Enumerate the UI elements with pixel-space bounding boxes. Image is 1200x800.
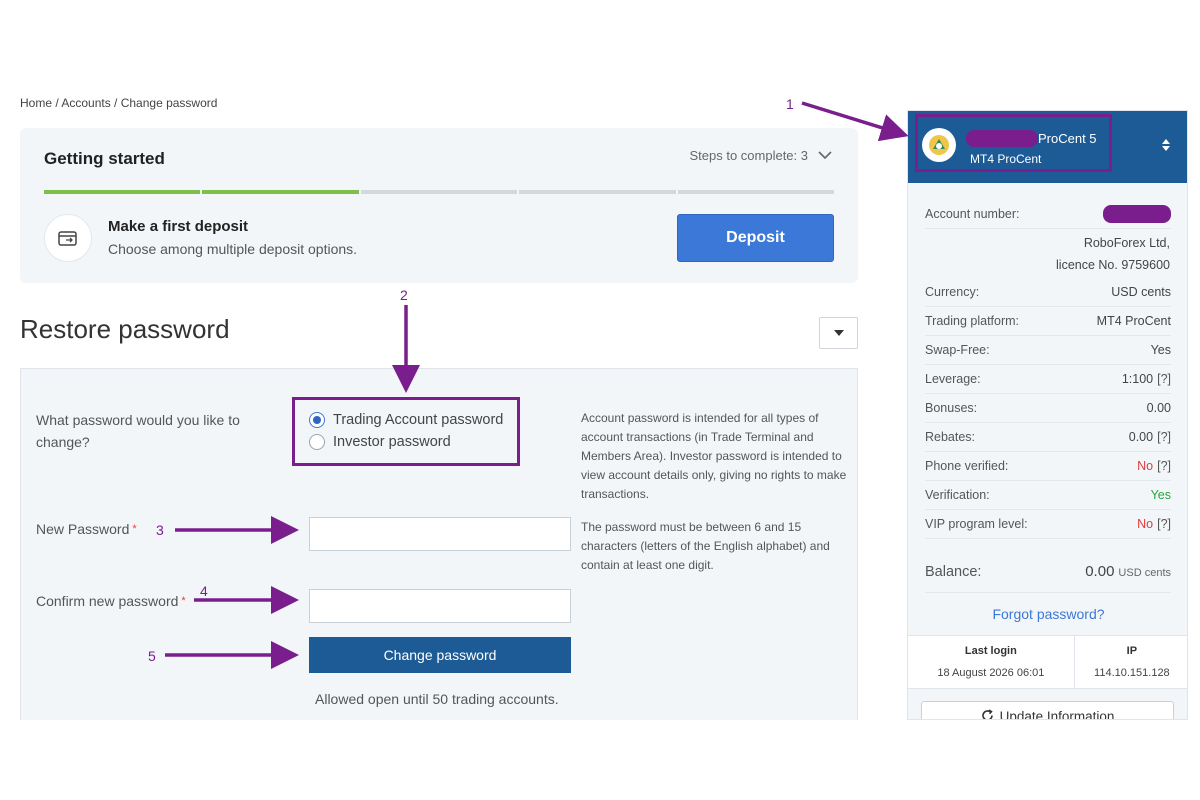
steps-label: Steps to complete: 3	[689, 148, 808, 163]
required-mark: *	[181, 595, 186, 607]
getting-started-title: Getting started	[44, 149, 165, 168]
update-information-button[interactable]: Update Information	[921, 701, 1174, 720]
info-value: 0.00	[1146, 401, 1171, 415]
page-title: Restore password	[20, 314, 230, 344]
info-label: VIP program level:	[925, 517, 1028, 531]
info-label: Leverage:	[925, 372, 981, 386]
progress-segment-done	[202, 190, 359, 194]
info-value-no: No	[1137, 517, 1154, 531]
breadcrumb[interactable]: Home / Accounts / Change password	[20, 96, 217, 110]
deposit-button[interactable]: Deposit	[677, 214, 834, 262]
annotation-box-account	[915, 114, 1112, 172]
ip-value: 114.10.151.128	[1094, 667, 1170, 679]
info-label: Phone verified:	[925, 459, 1009, 473]
info-label: Rebates:	[925, 430, 976, 444]
info-row-verification: Verification: Yes	[925, 481, 1171, 510]
progress-segment-done	[44, 190, 201, 194]
confirm-password-label-text: Confirm new password	[36, 593, 179, 609]
new-password-label: New Password *	[36, 518, 137, 540]
forgot-password-link[interactable]: Forgot password?	[908, 606, 1187, 622]
required-mark: *	[132, 523, 137, 535]
info-value: 0.00	[1128, 430, 1154, 444]
info-value: MT4 ProCent	[1096, 314, 1171, 328]
help-link[interactable]: [?]	[1157, 430, 1171, 444]
company-licence: RoboForex Ltd, licence No. 9759600	[1056, 232, 1170, 276]
password-rules-help: The password must be between 6 and 15 ch…	[581, 520, 830, 572]
info-value-no: No	[1137, 459, 1154, 473]
last-login-table: Last login 18 August 2026 06:01 IP 114.1…	[908, 635, 1187, 689]
info-row-bonuses: Bonuses: 0.00	[925, 394, 1171, 423]
info-label: Swap-Free:	[925, 343, 990, 357]
info-label: Currency:	[925, 285, 980, 299]
balance-value: 0.00	[1085, 562, 1115, 580]
chevron-down-icon	[818, 148, 832, 163]
progress-segment-todo	[677, 190, 835, 194]
info-row-vip-level: VIP program level: No [?]	[925, 510, 1171, 539]
confirm-password-label: Confirm new password *	[36, 590, 186, 612]
help-link[interactable]: [?]	[1157, 372, 1171, 386]
annotation-number-4: 4	[200, 583, 208, 599]
account-info-panel: ProCent 5 MT4 ProCent Account number: Ro…	[907, 110, 1188, 720]
info-row-phone-verified: Phone verified: No [?]	[925, 452, 1171, 481]
info-row-currency: Currency: USD cents	[925, 278, 1171, 307]
annotation-number-3: 3	[156, 522, 164, 538]
info-row-swap-free: Swap-Free: Yes	[925, 336, 1171, 365]
collapse-toggle-button[interactable]	[819, 317, 858, 349]
deposit-step-title: Make a first deposit	[108, 218, 249, 235]
steps-toggle[interactable]: Steps to complete: 3	[689, 148, 832, 163]
account-number-row: Account number:	[925, 200, 1171, 229]
update-information-label: Update Information	[999, 709, 1115, 720]
info-label: Trading platform:	[925, 314, 1020, 328]
last-login-value: 18 August 2026 06:01	[937, 667, 1045, 679]
info-row-platform: Trading platform: MT4 ProCent	[925, 307, 1171, 336]
help-link[interactable]: [?]	[1157, 517, 1171, 531]
sort-arrows-icon[interactable]	[1162, 139, 1170, 151]
info-label: Bonuses:	[925, 401, 978, 415]
change-password-button[interactable]: Change password	[309, 637, 571, 673]
redacted-account-number	[1103, 205, 1171, 223]
confirm-password-input[interactable]	[309, 589, 571, 623]
annotation-number-1: 1	[786, 96, 794, 112]
balance-label: Balance:	[925, 563, 982, 580]
password-type-help: Account password is intended for all typ…	[581, 411, 847, 501]
getting-started-card: Getting started Steps to complete: 3 Mak…	[20, 128, 858, 283]
licence-number: licence No. 9759600	[1056, 258, 1170, 272]
account-number-label: Account number:	[925, 207, 1020, 221]
annotation-box-radios	[292, 397, 520, 466]
info-row-leverage: Leverage: 1:100 [?]	[925, 365, 1171, 394]
ip-col: IP 114.10.151.128	[1075, 636, 1187, 688]
ip-label: IP	[1126, 645, 1138, 657]
info-value: USD cents	[1111, 285, 1171, 299]
progress-segment-todo	[519, 190, 676, 194]
company-name: RoboForex Ltd,	[1083, 236, 1170, 250]
annotation-number-2: 2	[400, 287, 408, 303]
wallet-icon	[44, 214, 92, 262]
caret-down-icon	[833, 330, 844, 336]
info-value: Yes	[1150, 343, 1171, 357]
annotation-number-5: 5	[148, 648, 156, 664]
balance-row: Balance: 0.00 USD cents	[925, 551, 1171, 593]
info-label: Verification:	[925, 488, 990, 502]
password-type-label: What password would you like to change?	[36, 412, 240, 450]
new-password-input[interactable]	[309, 517, 571, 551]
last-login-label: Last login	[964, 645, 1017, 657]
accounts-limit-note: Allowed open until 50 trading accounts.	[315, 691, 559, 707]
last-login-col: Last login 18 August 2026 06:01	[908, 636, 1075, 688]
refresh-icon	[981, 709, 994, 719]
help-link[interactable]: [?]	[1157, 459, 1171, 473]
deposit-step-subtitle: Choose among multiple deposit options.	[108, 241, 358, 257]
info-value-yes: Yes	[1150, 488, 1171, 502]
steps-progress-bar	[44, 190, 835, 194]
new-password-label-text: New Password	[36, 521, 130, 537]
balance-unit: USD cents	[1118, 566, 1171, 579]
info-value: 1:100	[1121, 372, 1154, 386]
info-row-rebates: Rebates: 0.00 [?]	[925, 423, 1171, 452]
progress-segment-todo	[360, 190, 518, 194]
